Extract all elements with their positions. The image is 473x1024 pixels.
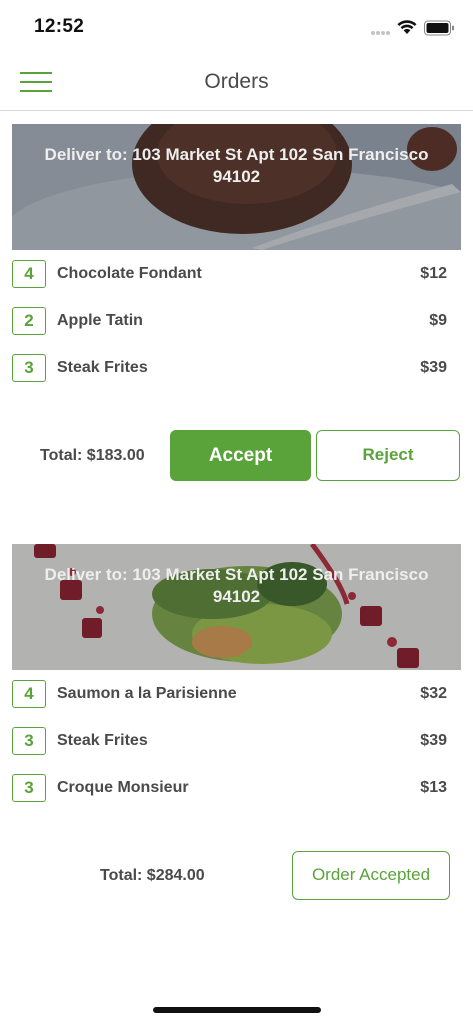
- item-name: Steak Frites: [57, 732, 148, 749]
- quantity-badge: 4: [12, 680, 46, 708]
- item-price: $12: [420, 265, 447, 282]
- order-banner: Deliver to: 103 Market St Apt 102 San Fr…: [12, 544, 461, 670]
- signal-dots-icon: [371, 31, 391, 35]
- order-item: 4 Chocolate Fondant $12: [12, 250, 461, 297]
- item-name: Croque Monsieur: [57, 779, 189, 796]
- quantity-badge: 3: [12, 354, 46, 382]
- order-banner: Deliver to: 103 Market St Apt 102 San Fr…: [12, 124, 461, 250]
- order-items: 4 Chocolate Fondant $12 2 Apple Tatin $9…: [12, 250, 461, 391]
- item-name: Chocolate Fondant: [57, 265, 202, 282]
- order-total: Total: $183.00: [40, 447, 145, 464]
- order-card: Deliver to: 103 Market St Apt 102 San Fr…: [12, 124, 461, 391]
- order-item: 3 Steak Frites $39: [12, 344, 461, 391]
- order-item: 4 Saumon a la Parisienne $32: [12, 670, 461, 717]
- item-name: Saumon a la Parisienne: [57, 685, 237, 702]
- order-card: Deliver to: 103 Market St Apt 102 San Fr…: [12, 544, 461, 811]
- quantity-badge: 2: [12, 307, 46, 335]
- item-price: $9: [429, 312, 447, 329]
- home-indicator[interactable]: [153, 1007, 321, 1013]
- item-name: Steak Frites: [57, 359, 148, 376]
- item-name: Apple Tatin: [57, 312, 143, 329]
- item-price: $32: [420, 685, 447, 702]
- order-item: 2 Apple Tatin $9: [12, 297, 461, 344]
- delivery-address: Deliver to: 103 Market St Apt 102 San Fr…: [44, 565, 429, 606]
- order-item: 3 Steak Frites $39: [12, 717, 461, 764]
- order-total: Total: $284.00: [100, 867, 205, 884]
- quantity-badge: 4: [12, 260, 46, 288]
- battery-icon: [424, 20, 454, 36]
- reject-button[interactable]: Reject: [316, 430, 460, 481]
- quantity-badge: 3: [12, 774, 46, 802]
- nav-bar: Orders: [0, 56, 473, 111]
- order-item: 3 Croque Monsieur $13: [12, 764, 461, 811]
- status-time: 12:52: [34, 16, 85, 37]
- item-price: $13: [420, 779, 447, 796]
- page-title: Orders: [204, 70, 269, 93]
- order-accepted-button[interactable]: Order Accepted: [292, 851, 450, 900]
- item-price: $39: [420, 732, 447, 749]
- quantity-badge: 3: [12, 727, 46, 755]
- item-price: $39: [420, 359, 447, 376]
- accept-button[interactable]: Accept: [170, 430, 311, 481]
- order-items: 4 Saumon a la Parisienne $32 3 Steak Fri…: [12, 670, 461, 811]
- delivery-address: Deliver to: 103 Market St Apt 102 San Fr…: [44, 145, 429, 186]
- wifi-icon: [397, 20, 417, 34]
- status-bar: 12:52: [0, 0, 473, 56]
